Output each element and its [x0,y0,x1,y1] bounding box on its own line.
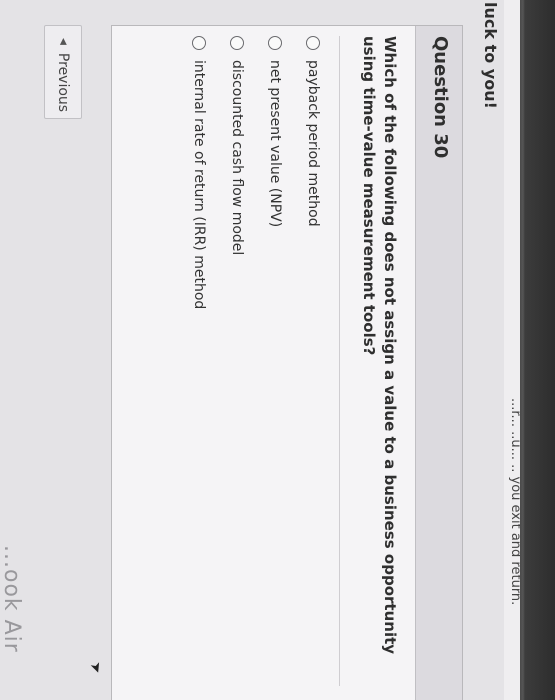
question-number: Question 30 [430,36,451,159]
answer-choice-3[interactable]: discounted cash flow model [208,36,246,676]
previous-button[interactable]: ◀ Previous [44,25,82,119]
answer-choice-label: internal rate of return (IRR) method [191,60,207,310]
answer-choice-2[interactable]: net present value (NPV) [246,36,284,676]
answer-choices: payback period method net present value … [170,36,322,676]
top-banner: ...r... ..u... .. you exit and return. [504,0,520,700]
mouse-cursor-icon: ➤ [86,659,106,677]
radio-button[interactable] [306,36,320,50]
question-text: Which of the following does not assign a… [360,36,399,655]
radio-button[interactable] [268,36,282,50]
divider [339,36,340,686]
device-brand-text: ...ook Air [0,545,24,653]
answer-choice-4[interactable]: internal rate of return (IRR) method [170,36,208,676]
answer-choice-label: net present value (NPV) [267,60,283,228]
triangle-left-icon: ◀ [58,38,68,45]
question-card: Question 30 Which of the following does … [111,25,463,700]
answer-choice-1[interactable]: payback period method [284,36,322,676]
previous-label: Previous [55,52,71,113]
radio-button[interactable] [230,36,244,50]
question-header: Question 30 [415,26,462,700]
radio-button[interactable] [192,36,206,50]
answer-choice-label: payback period method [305,60,321,227]
banner-text: ...r... ..u... .. you exit and return. [508,398,520,606]
screen: ...r... ..u... .. you exit and return. l… [0,0,520,700]
answer-choice-label: discounted cash flow model [229,60,245,256]
greeting-text: luck to you! [481,2,500,109]
